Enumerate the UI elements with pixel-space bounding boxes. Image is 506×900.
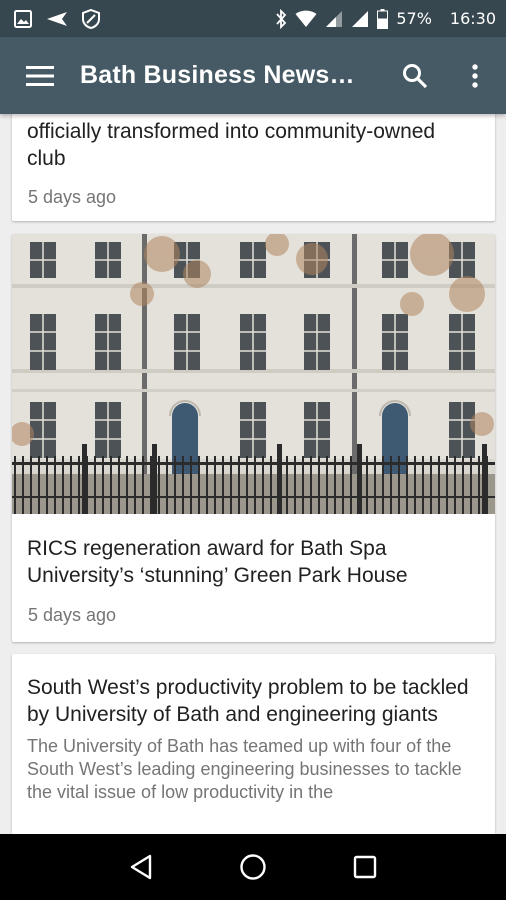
article-snippet: The University of Bath has teamed up wit… bbox=[27, 736, 462, 802]
signal-icon bbox=[351, 10, 369, 28]
system-nav-bar bbox=[0, 834, 506, 900]
app-bar: Bath Business News… bbox=[0, 37, 506, 114]
system-icons: 57% 16:30 bbox=[275, 8, 496, 29]
article-time: 5 days ago bbox=[28, 605, 117, 625]
notification-icons bbox=[14, 8, 100, 29]
article-title-line: officially transformed into community-ow… bbox=[27, 120, 436, 143]
article-title: officially transformed into community-ow… bbox=[12, 118, 451, 172]
article-card[interactable]: RICS regeneration award for Bath Spa Uni… bbox=[12, 234, 495, 642]
send-icon bbox=[46, 11, 68, 27]
article-image bbox=[12, 234, 495, 514]
article-card[interactable]: South West’s productivity problem to be … bbox=[12, 654, 495, 834]
article-title: South West’s productivity problem to be … bbox=[27, 676, 469, 726]
home-button[interactable] bbox=[223, 837, 283, 897]
vpn-shield-icon bbox=[82, 8, 100, 29]
article-card[interactable]: officially transformed into community-ow… bbox=[12, 114, 495, 221]
image-icon bbox=[14, 9, 32, 28]
hamburger-menu-icon[interactable] bbox=[26, 65, 54, 86]
article-title-line: club bbox=[27, 147, 66, 170]
recents-icon[interactable] bbox=[353, 855, 377, 879]
status-bar: 57% 16:30 bbox=[0, 0, 506, 37]
bluetooth-icon bbox=[275, 8, 287, 29]
article-time: 5 days ago bbox=[28, 187, 117, 207]
overflow-menu-button[interactable] bbox=[452, 51, 498, 101]
more-vert-icon[interactable] bbox=[472, 64, 478, 88]
search-button[interactable] bbox=[390, 51, 440, 101]
recents-button[interactable] bbox=[335, 837, 395, 897]
back-button[interactable] bbox=[111, 837, 171, 897]
battery-percent: 57% bbox=[396, 9, 432, 28]
back-icon[interactable] bbox=[129, 854, 153, 880]
signal-icon bbox=[325, 10, 343, 28]
search-icon[interactable] bbox=[402, 63, 428, 89]
home-icon[interactable] bbox=[239, 853, 267, 881]
article-list[interactable]: officially transformed into community-ow… bbox=[0, 114, 506, 834]
clock: 16:30 bbox=[449, 9, 496, 28]
menu-button[interactable] bbox=[0, 37, 80, 114]
app-title: Bath Business News… bbox=[80, 61, 355, 89]
battery-icon bbox=[377, 8, 389, 29]
article-title: RICS regeneration award for Bath Spa Uni… bbox=[27, 537, 408, 587]
wifi-icon bbox=[295, 10, 317, 28]
